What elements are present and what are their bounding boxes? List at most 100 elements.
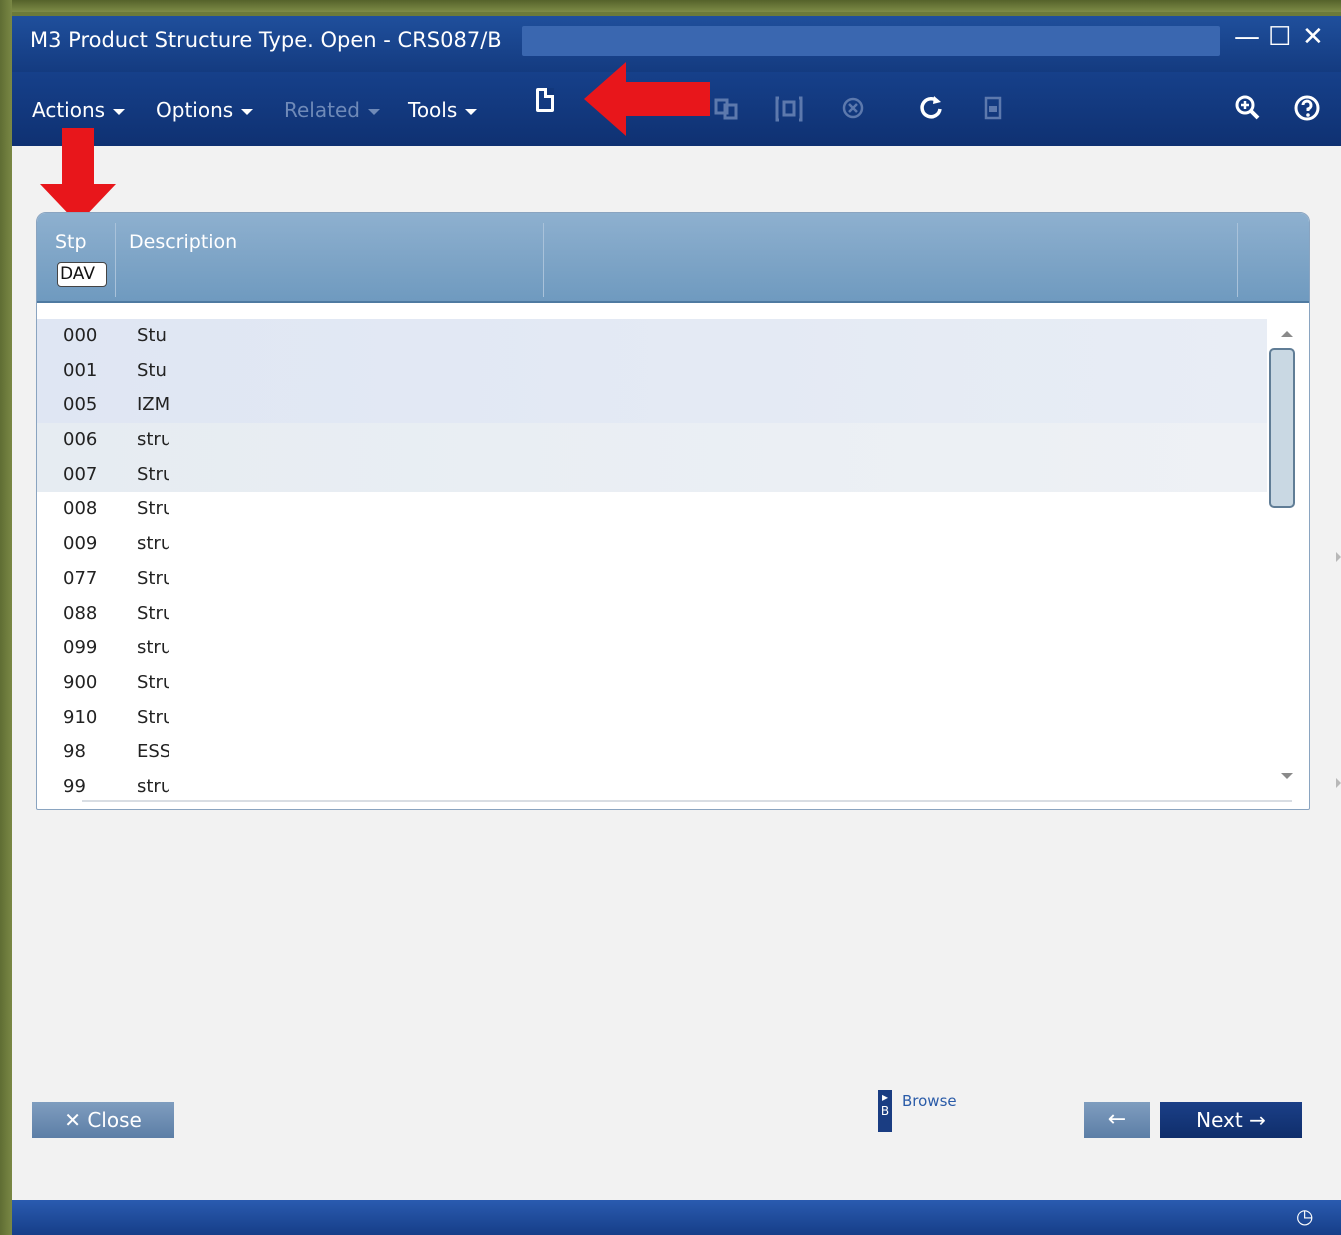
next-button[interactable]: Next → <box>1160 1102 1302 1138</box>
previous-button[interactable]: ← <box>1084 1102 1150 1138</box>
description-cell: IZM <box>137 394 169 416</box>
list-header: Stp Description <box>37 213 1309 303</box>
table-row[interactable]: 077 Stru <box>37 562 1267 597</box>
column-divider <box>115 223 116 297</box>
column-header-description[interactable]: Description <box>129 231 237 253</box>
description-cell: stru <box>137 637 169 659</box>
scroll-down-icon[interactable] <box>1281 773 1293 779</box>
table-row[interactable]: 006 stru <box>37 423 1267 458</box>
chevron-down-icon <box>367 108 380 115</box>
description-cell: Stru <box>137 671 169 693</box>
description-cell: ESS <box>137 741 169 763</box>
stp-filter-input[interactable] <box>57 262 107 287</box>
status-bar: ◷ <box>12 1200 1341 1235</box>
stp-cell: 000 <box>63 325 98 346</box>
help-icon[interactable] <box>1292 92 1322 124</box>
title-field <box>522 26 1220 56</box>
column-divider <box>1237 223 1238 297</box>
column-divider <box>543 223 544 297</box>
stp-cell: 099 <box>63 637 98 659</box>
description-cell: Stru <box>137 463 169 485</box>
stp-cell: 99 <box>63 775 86 797</box>
table-row[interactable]: 005 IZM <box>37 388 1267 424</box>
description-cell: Stru <box>137 498 169 520</box>
description-cell: stru <box>137 533 169 555</box>
close-button-label: Close <box>87 1108 142 1132</box>
chevron-down-icon <box>465 108 478 115</box>
menu-related-label: Related <box>284 98 360 122</box>
stp-cell: 98 <box>63 741 86 763</box>
description-cell: Stru <box>137 706 169 728</box>
next-button-label: Next <box>1196 1108 1243 1132</box>
new-document-icon[interactable] <box>536 88 554 112</box>
stp-cell: 900 <box>63 671 98 693</box>
menu-actions-label: Actions <box>32 98 106 122</box>
description-cell: Stru <box>137 567 169 589</box>
play-icon: ▸ <box>881 1090 889 1104</box>
table-row[interactable]: 009 stru <box>37 527 1267 562</box>
menu-related[interactable]: Related <box>284 98 380 122</box>
description-cell: Stru <box>137 602 169 624</box>
arrow-left-icon: ← <box>1107 1107 1127 1132</box>
browse-key: B <box>880 1104 890 1118</box>
table-row[interactable]: 910 Stru <box>37 701 1267 736</box>
window-title: M3 Product Structure Type. Open - CRS087… <box>30 28 502 52</box>
panel-edge-arrow-icon <box>1336 552 1341 562</box>
stp-cell: 005 <box>63 394 98 416</box>
scroll-up-icon[interactable] <box>1281 331 1293 337</box>
column-header-stp[interactable]: Stp <box>55 231 87 253</box>
list-rows: 000Stu001Stu005IZM006stru007Stru008Stru0… <box>37 319 1267 805</box>
list-bottom-divider <box>82 800 1292 802</box>
stp-cell: 910 <box>63 706 98 728</box>
menu-tools-label: Tools <box>408 98 458 122</box>
menu-tools[interactable]: Tools <box>408 98 478 122</box>
close-button[interactable]: ✕ Close <box>32 1102 174 1138</box>
chevron-down-icon <box>113 108 126 115</box>
desktop-background <box>0 0 1341 12</box>
close-window-icon[interactable]: ✕ <box>1302 22 1324 52</box>
table-row[interactable]: 007 Stru <box>37 457 1267 493</box>
browse-icon[interactable]: ▸ B <box>878 1090 892 1132</box>
clock-icon[interactable]: ◷ <box>1296 1204 1313 1228</box>
minimize-icon[interactable]: — <box>1234 22 1260 52</box>
table-row[interactable]: 088 Stru <box>37 597 1267 632</box>
list-panel: Stp Description 000 Stu 001 Stu 005 IZM 006 str… <box>36 212 1310 810</box>
display-icon[interactable] <box>978 92 1008 124</box>
close-icon: ✕ <box>64 1108 81 1132</box>
stp-cell: 007 <box>63 463 98 485</box>
description-cell: Stu <box>137 359 167 381</box>
desktop-background-left <box>0 0 12 1235</box>
delete-icon[interactable] <box>838 92 868 124</box>
menu-options[interactable]: Options <box>156 98 254 122</box>
table-row[interactable]: 008 Stru <box>37 492 1267 527</box>
stp-cell: 077 <box>63 567 98 589</box>
description-cell: stru <box>137 429 169 451</box>
menu-actions[interactable]: Actions <box>32 98 126 122</box>
panel-edge-arrow-icon <box>1336 778 1341 788</box>
table-row[interactable]: 001 Stu <box>37 353 1267 389</box>
refresh-icon[interactable] <box>916 92 946 124</box>
app-window: M3 Product Structure Type. Open - CRS087… <box>12 16 1341 1235</box>
annotation-arrow-down <box>40 128 116 224</box>
stp-cell: 009 <box>63 533 98 555</box>
description-cell: Stu <box>137 325 167 346</box>
menu-options-label: Options <box>156 98 234 122</box>
stp-cell: 001 <box>63 359 98 381</box>
stp-cell: 008 <box>63 498 98 520</box>
zoom-icon[interactable] <box>1232 92 1262 124</box>
stp-cell: 088 <box>63 602 98 624</box>
table-row[interactable]: 900 Stru <box>37 666 1267 701</box>
annotation-arrow-left <box>584 62 710 136</box>
stp-cell: 006 <box>63 429 98 451</box>
change-icon[interactable] <box>774 92 804 124</box>
table-row[interactable]: 98 ESS <box>37 735 1267 770</box>
chevron-down-icon <box>241 108 254 115</box>
copy-icon[interactable] <box>712 92 742 124</box>
scrollbar-thumb[interactable] <box>1269 348 1295 508</box>
maximize-icon[interactable]: ☐ <box>1268 22 1291 52</box>
arrow-right-icon: → <box>1249 1108 1266 1132</box>
browse-label[interactable]: Browse <box>902 1092 957 1110</box>
description-cell: stru <box>137 775 169 797</box>
table-row[interactable]: 000 Stu <box>37 319 1267 354</box>
table-row[interactable]: 099 stru <box>37 631 1267 666</box>
